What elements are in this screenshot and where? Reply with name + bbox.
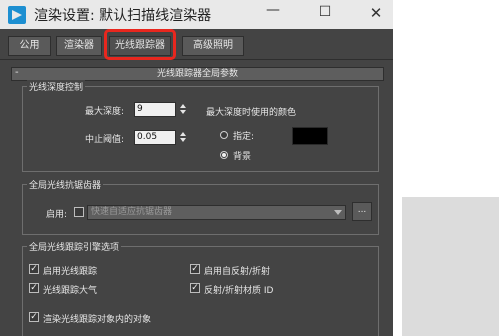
spin-down-icon[interactable] (180, 110, 186, 114)
background-radio[interactable] (220, 151, 228, 159)
title-bar: 渲染设置: 默认扫描线渲染器 — ☐ ✕ (0, 0, 393, 29)
specify-color-label: 指定: (233, 132, 255, 142)
material-id-label: 反射/折射材质 ID (204, 286, 274, 296)
spin-up-icon[interactable] (180, 104, 186, 108)
antialiaser-dropdown-value: 快速自适应抗锯齿器 (91, 207, 173, 217)
antialiaser-on-label: 启用: (46, 210, 68, 220)
enable-raytracing-checkbox[interactable]: ✓ (29, 264, 39, 274)
tab-raytracer[interactable]: 光线跟踪器 (109, 36, 171, 56)
background-window-fragment (402, 197, 499, 336)
engine-options-group-label: 全局光线跟踪引擎选项 (27, 240, 122, 253)
enable-self-reflect-checkbox[interactable]: ✓ (190, 264, 200, 274)
antialiaser-group-label: 全局光线抗锯齿器 (27, 178, 104, 191)
spin-down-icon[interactable] (180, 138, 186, 142)
specify-color-swatch[interactable] (292, 127, 328, 145)
tab-bar: 公用 渲染器 光线跟踪器 高级照明 (0, 29, 393, 60)
enable-raytracing-label: 启用光线跟踪 (43, 267, 98, 277)
raytrace-atmospherics-label: 光线跟踪大气 (43, 286, 98, 296)
antialiaser-dropdown[interactable]: 快速自适应抗锯齿器 (87, 205, 346, 220)
max-depth-spinner-arrows[interactable] (179, 102, 187, 117)
window-title: 渲染设置: 默认扫描线渲染器 (34, 8, 212, 24)
minimize-button[interactable]: — (263, 2, 283, 18)
ray-depth-group-label: 光线深度控制 (27, 80, 86, 93)
specify-color-radio[interactable] (220, 131, 228, 139)
rollout-header[interactable]: - 光线跟踪器全局参数 (11, 67, 384, 81)
max-depth-color-title: 最大深度时使用的颜色 (206, 108, 297, 118)
tab-common[interactable]: 公用 (8, 36, 51, 56)
cutoff-threshold-spinner-arrows[interactable] (179, 130, 187, 145)
render-objects-inside-label: 渲染光线跟踪对象内的对象 (43, 315, 152, 325)
maximize-button[interactable]: ☐ (315, 4, 335, 20)
app-logo-icon (8, 6, 26, 24)
collapse-icon[interactable]: - (15, 67, 19, 79)
max-depth-label: 最大深度: (85, 107, 125, 117)
enable-self-reflect-label: 启用自反射/折射 (204, 267, 271, 277)
antialiaser-on-checkbox[interactable] (74, 207, 84, 217)
material-id-checkbox[interactable]: ✓ (190, 283, 200, 293)
tab-renderer[interactable]: 渲染器 (56, 36, 102, 56)
render-objects-inside-checkbox[interactable]: ✓ (29, 312, 39, 322)
chevron-down-icon[interactable] (334, 210, 342, 215)
render-setup-window: 渲染设置: 默认扫描线渲染器 — ☐ ✕ 公用 渲染器 光线跟踪器 高级照明 -… (0, 0, 393, 336)
cutoff-threshold-label: 中止阈值: (85, 135, 125, 145)
rollout-title: 光线跟踪器全局参数 (156, 69, 238, 79)
raytrace-atmospherics-checkbox[interactable]: ✓ (29, 283, 39, 293)
spin-up-icon[interactable] (180, 132, 186, 136)
close-button[interactable]: ✕ (366, 4, 386, 22)
background-label: 背景 (233, 152, 252, 162)
antialiaser-more-button[interactable]: ... (352, 202, 372, 221)
tab-advanced-lighting[interactable]: 高级照明 (182, 36, 244, 56)
cutoff-threshold-input[interactable]: 0.05 (134, 130, 176, 145)
max-depth-input[interactable]: 9 (134, 102, 176, 117)
